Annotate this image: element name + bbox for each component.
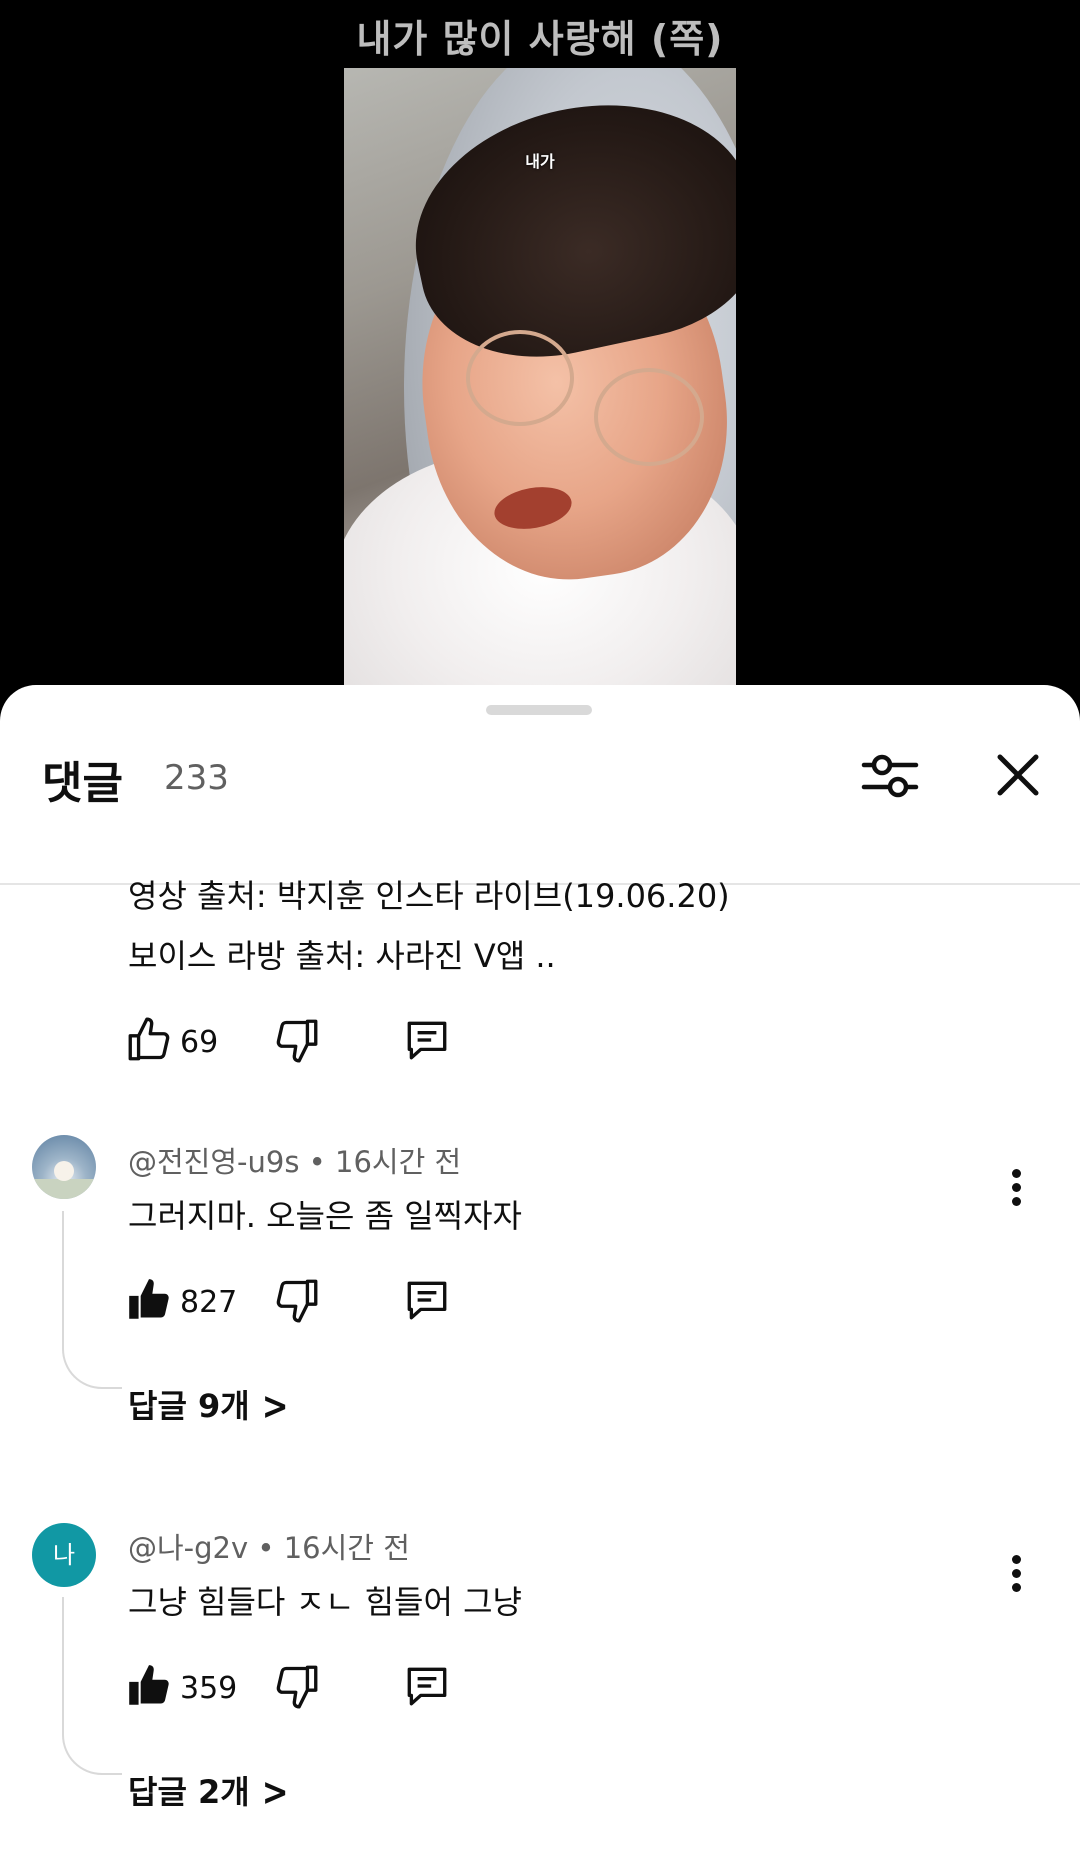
comment-time: 16시간 전: [335, 1145, 462, 1179]
sort-filter-button[interactable]: [858, 743, 922, 807]
replies-label: 답글 9개: [128, 1387, 250, 1425]
comment-more-button[interactable]: [1000, 1549, 1034, 1605]
comment-header: @나-g2v • 16시간 전: [128, 1525, 410, 1567]
video-scene-glasses-left: [466, 330, 574, 426]
replies-label: 답글 2개: [128, 1773, 250, 1811]
video-overlay-subtitle: 내가: [525, 152, 555, 171]
reply-comment-icon: [407, 1281, 447, 1320]
reply-button[interactable]: [402, 1015, 452, 1065]
thumbs-up-icon: [129, 1279, 169, 1319]
dislike-button[interactable]: [272, 1661, 322, 1711]
comment-text: 그러지마. 오늘은 좀 일찍자자: [128, 1197, 522, 1235]
comment-time: 16시간 전: [283, 1531, 410, 1565]
more-vert-icon-dot: [1012, 1197, 1021, 1206]
sliders-icon: [861, 754, 919, 798]
avatar-ground: [32, 1179, 96, 1199]
comment-header: @전진영-u9s • 16시간 전: [128, 1139, 461, 1181]
comment-text-line: 영상 출처: 박지훈 인스타 라이브(19.06.20): [128, 877, 730, 915]
comments-count: 233: [164, 758, 229, 798]
comments-sheet: 댓글 233 영상 출처: 박지훈 인스타 라이브(19.06.20) 보이스 …: [0, 685, 1080, 1859]
comment-text: 그냥 힘들다 ㅈㄴ 힘들어 그냥: [128, 1583, 522, 1621]
dislike-button[interactable]: [272, 1015, 322, 1065]
thumbs-up-icon: [129, 1665, 169, 1705]
reply-button[interactable]: [402, 1661, 452, 1711]
like-count: 827: [180, 1285, 238, 1320]
close-button[interactable]: [986, 743, 1050, 807]
more-vert-icon: [1012, 1169, 1021, 1178]
thumbs-down-icon: [276, 1665, 318, 1709]
reply-button[interactable]: [402, 1275, 452, 1325]
thumbs-down-icon: [276, 1279, 318, 1323]
comment-more-button[interactable]: [1000, 1163, 1034, 1219]
more-vert-icon-dot: [1012, 1183, 1021, 1192]
like-count: 359: [180, 1671, 238, 1706]
video-caption: 내가 많이 사랑해 (쪽): [356, 17, 724, 61]
thumbs-up-icon: [128, 1017, 170, 1061]
comment-actions: 827: [124, 1275, 524, 1331]
reply-comment-icon: [407, 1667, 447, 1706]
view-replies-button[interactable]: 답글 2개 >: [128, 1767, 289, 1815]
thumbs-down-icon: [276, 1019, 318, 1063]
close-icon: [997, 754, 1039, 796]
view-replies-button[interactable]: 답글 9개 >: [128, 1381, 289, 1429]
chevron-right-icon: >: [261, 1383, 289, 1429]
comments-title: 댓글: [42, 758, 123, 809]
avatar-figure: [54, 1161, 74, 1181]
reply-comment-icon: [407, 1021, 447, 1060]
chevron-right-icon: >: [261, 1769, 289, 1815]
comment-author[interactable]: @나-g2v: [128, 1531, 248, 1565]
thread-line: [62, 1597, 122, 1775]
avatar[interactable]: 나: [32, 1523, 96, 1587]
comments-header: 댓글 233: [0, 725, 1080, 885]
like-count: 69: [180, 1025, 219, 1060]
meta-separator: •: [308, 1145, 326, 1179]
comment-text-line: 보이스 라방 출처: 사라진 V앱 ..: [128, 937, 556, 975]
video-player[interactable]: 내가 많이 사랑해 (쪽) 내가: [0, 0, 1080, 700]
dislike-button[interactable]: [272, 1275, 322, 1325]
thread-line: [62, 1211, 122, 1389]
more-vert-icon-dot: [1012, 1569, 1021, 1578]
avatar[interactable]: [32, 1135, 96, 1199]
like-button[interactable]: [124, 1661, 174, 1711]
video-scene-glasses-right: [594, 368, 704, 466]
more-vert-icon-dot: [1012, 1583, 1021, 1592]
like-button[interactable]: [124, 1275, 174, 1325]
meta-separator: •: [257, 1531, 275, 1565]
drag-handle[interactable]: [486, 705, 592, 715]
like-button[interactable]: [124, 1015, 174, 1065]
comment-author[interactable]: @전진영-u9s: [128, 1145, 299, 1179]
more-vert-icon: [1012, 1555, 1021, 1564]
comment-actions: 359: [124, 1661, 524, 1717]
video-frame[interactable]: 내가: [344, 68, 736, 700]
comment-actions: 69: [124, 1015, 524, 1071]
